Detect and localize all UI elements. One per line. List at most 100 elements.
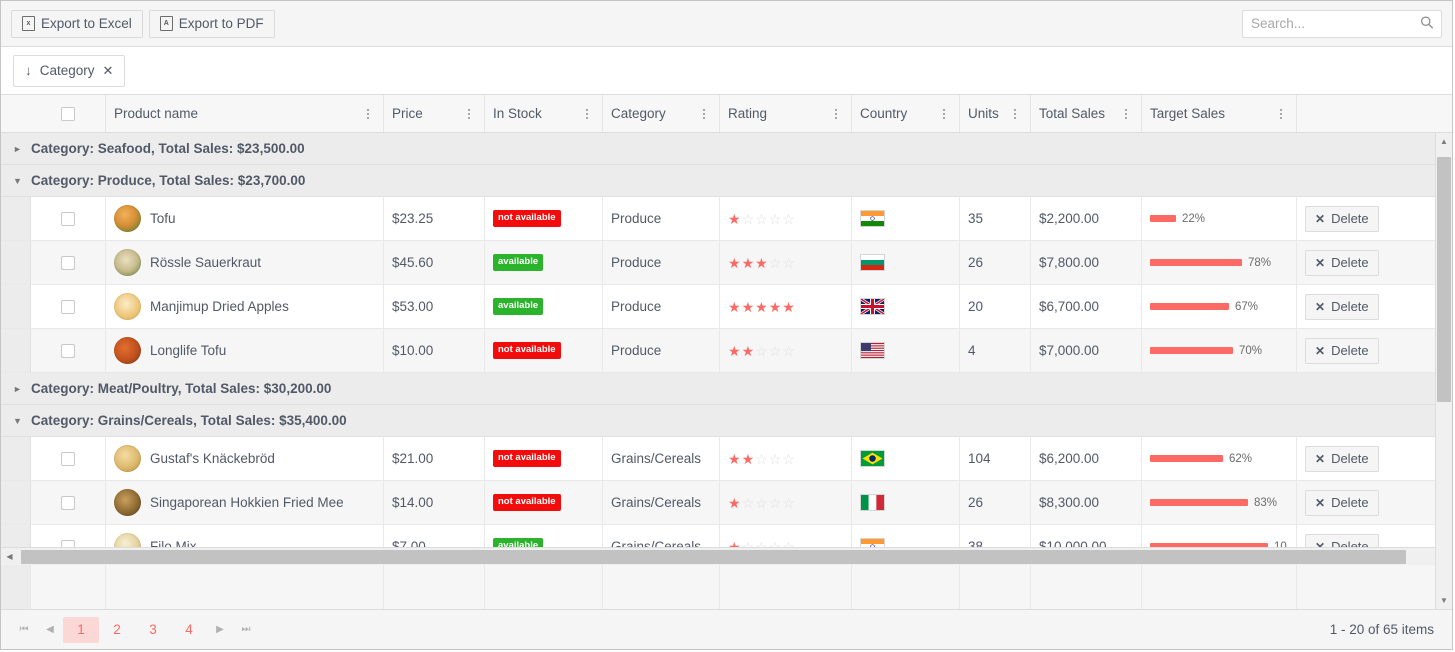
collapse-group-icon[interactable]: ▼ (13, 176, 31, 186)
cell-rating[interactable]: ★☆☆☆☆ (720, 197, 852, 240)
rating-stars[interactable]: ★★☆☆☆ (728, 344, 796, 358)
last-page-icon[interactable]: ⏭ (233, 617, 259, 643)
header-price[interactable]: Price (384, 95, 485, 132)
delete-button[interactable]: ✕ Delete (1305, 337, 1379, 364)
rating-stars[interactable]: ★★★★★ (728, 300, 796, 314)
header-category[interactable]: Category (603, 95, 720, 132)
first-page-icon[interactable]: ⏮ (11, 617, 37, 643)
expand-group-icon[interactable]: ► (13, 384, 31, 394)
cell-rating[interactable]: ★★★☆☆ (720, 241, 852, 284)
row-checkbox[interactable] (61, 255, 75, 270)
cell-rating[interactable]: ★★★★★ (720, 285, 852, 328)
header-country[interactable]: Country (852, 95, 960, 132)
rating-stars[interactable]: ★★☆☆☆ (728, 452, 796, 466)
row-select-cell[interactable] (31, 437, 106, 480)
column-menu-icon-units[interactable] (1008, 108, 1022, 119)
column-menu-icon-price[interactable] (462, 108, 476, 119)
next-page-icon[interactable]: ▶ (207, 617, 233, 643)
column-menu-icon-product-name[interactable] (361, 108, 375, 119)
group-header-row[interactable]: ▼ Category: Grains/Cereals, Total Sales:… (1, 405, 1452, 437)
row-select-cell[interactable] (31, 525, 106, 547)
collapse-group-icon[interactable]: ▼ (13, 416, 31, 426)
expand-group-icon[interactable]: ► (13, 144, 31, 154)
export-to-pdf-button[interactable]: A Export to PDF (148, 9, 275, 38)
header-target-sales[interactable]: Target Sales (1142, 95, 1297, 132)
group-header-row[interactable]: ► Category: Meat/Poultry, Total Sales: $… (1, 373, 1452, 405)
table-row[interactable]: Singaporean Hokkien Fried Mee $14.00 not… (1, 481, 1452, 525)
rating-stars[interactable]: ★☆☆☆☆ (728, 540, 796, 548)
filler-units (960, 565, 1031, 609)
flag-icon-bulgaria (860, 254, 885, 271)
page-number-2[interactable]: 2 (99, 617, 135, 643)
delete-button[interactable]: ✕ Delete (1305, 489, 1379, 516)
group-chip-category[interactable]: ↓ Category ✕ (13, 54, 126, 87)
header-select-all[interactable] (31, 95, 106, 132)
header-rating[interactable]: Rating (720, 95, 852, 132)
delete-button[interactable]: ✕ Delete (1305, 293, 1379, 320)
horizontal-scrollbar[interactable]: ◀ ▶ (1, 547, 1452, 565)
cell-rating[interactable]: ★★☆☆☆ (720, 437, 852, 480)
rating-stars[interactable]: ★★★☆☆ (728, 256, 796, 270)
export-to-excel-button[interactable]: x Export to Excel (11, 9, 143, 38)
column-menu-icon-target-sales[interactable] (1274, 108, 1288, 119)
rating-star-2: ★ (741, 254, 756, 271)
header-total-sales[interactable]: Total Sales (1031, 95, 1142, 132)
row-checkbox[interactable] (61, 343, 75, 358)
column-menu-icon-category[interactable] (697, 108, 711, 119)
table-row[interactable]: Tofu $23.25 not available Produce ★☆☆☆☆ … (1, 197, 1452, 241)
search-input[interactable] (1242, 9, 1442, 38)
progress-bar-fill (1150, 455, 1223, 462)
rating-stars[interactable]: ★☆☆☆☆ (728, 212, 796, 226)
group-header-row[interactable]: ▼ Category: Produce, Total Sales: $23,70… (1, 165, 1452, 197)
cell-rating[interactable]: ★☆☆☆☆ (720, 481, 852, 524)
remove-group-icon[interactable]: ✕ (103, 63, 114, 79)
page-number-3[interactable]: 3 (135, 617, 171, 643)
page-number-4[interactable]: 4 (171, 617, 207, 643)
row-checkbox[interactable] (61, 539, 75, 547)
row-select-cell[interactable] (31, 197, 106, 240)
group-header-row[interactable]: ► Category: Seafood, Total Sales: $23,50… (1, 133, 1452, 165)
scroll-down-icon[interactable]: ▼ (1436, 592, 1452, 609)
delete-button[interactable]: ✕ Delete (1305, 205, 1379, 232)
row-checkbox[interactable] (61, 211, 75, 226)
header-product-name[interactable]: Product name (106, 95, 384, 132)
column-menu-icon-country[interactable] (937, 108, 951, 119)
rating-stars[interactable]: ★☆☆☆☆ (728, 496, 796, 510)
column-menu-icon-total-sales[interactable] (1119, 108, 1133, 119)
rating-star-3: ★ (755, 254, 769, 271)
delete-button[interactable]: ✕ Delete (1305, 249, 1379, 276)
table-row[interactable]: Longlife Tofu $10.00 not available Produ… (1, 329, 1452, 373)
horizontal-scroll-thumb[interactable] (21, 550, 1406, 564)
cell-target-sales: 62% (1142, 437, 1297, 480)
rating-star-4: ☆ (768, 210, 783, 227)
header-in-stock[interactable]: In Stock (485, 95, 603, 132)
filler-country (852, 565, 960, 609)
delete-button[interactable]: ✕ Delete (1305, 445, 1379, 472)
select-all-checkbox[interactable] (61, 106, 75, 121)
column-menu-icon-rating[interactable] (829, 108, 843, 119)
cell-rating[interactable]: ★★☆☆☆ (720, 329, 852, 372)
vertical-scroll-thumb[interactable] (1437, 157, 1451, 402)
row-checkbox[interactable] (61, 299, 75, 314)
scroll-up-icon[interactable]: ▲ (1436, 133, 1452, 150)
previous-page-icon[interactable]: ◀ (37, 617, 63, 643)
scroll-left-icon[interactable]: ◀ (1, 552, 18, 561)
header-units-label: Units (968, 106, 999, 121)
row-select-cell[interactable] (31, 241, 106, 284)
row-select-cell[interactable] (31, 329, 106, 372)
table-row[interactable]: Filo Mix $7.00 available Grains/Cereals … (1, 525, 1452, 547)
row-select-cell[interactable] (31, 481, 106, 524)
cell-rating[interactable]: ★☆☆☆☆ (720, 525, 852, 547)
vertical-scrollbar[interactable]: ▲ ▼ (1435, 133, 1452, 609)
header-units[interactable]: Units (960, 95, 1031, 132)
row-checkbox[interactable] (61, 451, 75, 466)
row-select-cell[interactable] (31, 285, 106, 328)
table-row[interactable]: Gustaf's Knäckebröd $21.00 not available… (1, 437, 1452, 481)
table-row[interactable]: Manjimup Dried Apples $53.00 available P… (1, 285, 1452, 329)
delete-button[interactable]: ✕ Delete (1305, 533, 1379, 547)
row-checkbox[interactable] (61, 495, 75, 510)
table-row[interactable]: Rössle Sauerkraut $45.60 available Produ… (1, 241, 1452, 285)
column-menu-icon-in-stock[interactable] (580, 108, 594, 119)
page-number-1[interactable]: 1 (63, 616, 99, 643)
status-badge: not available (493, 210, 561, 227)
